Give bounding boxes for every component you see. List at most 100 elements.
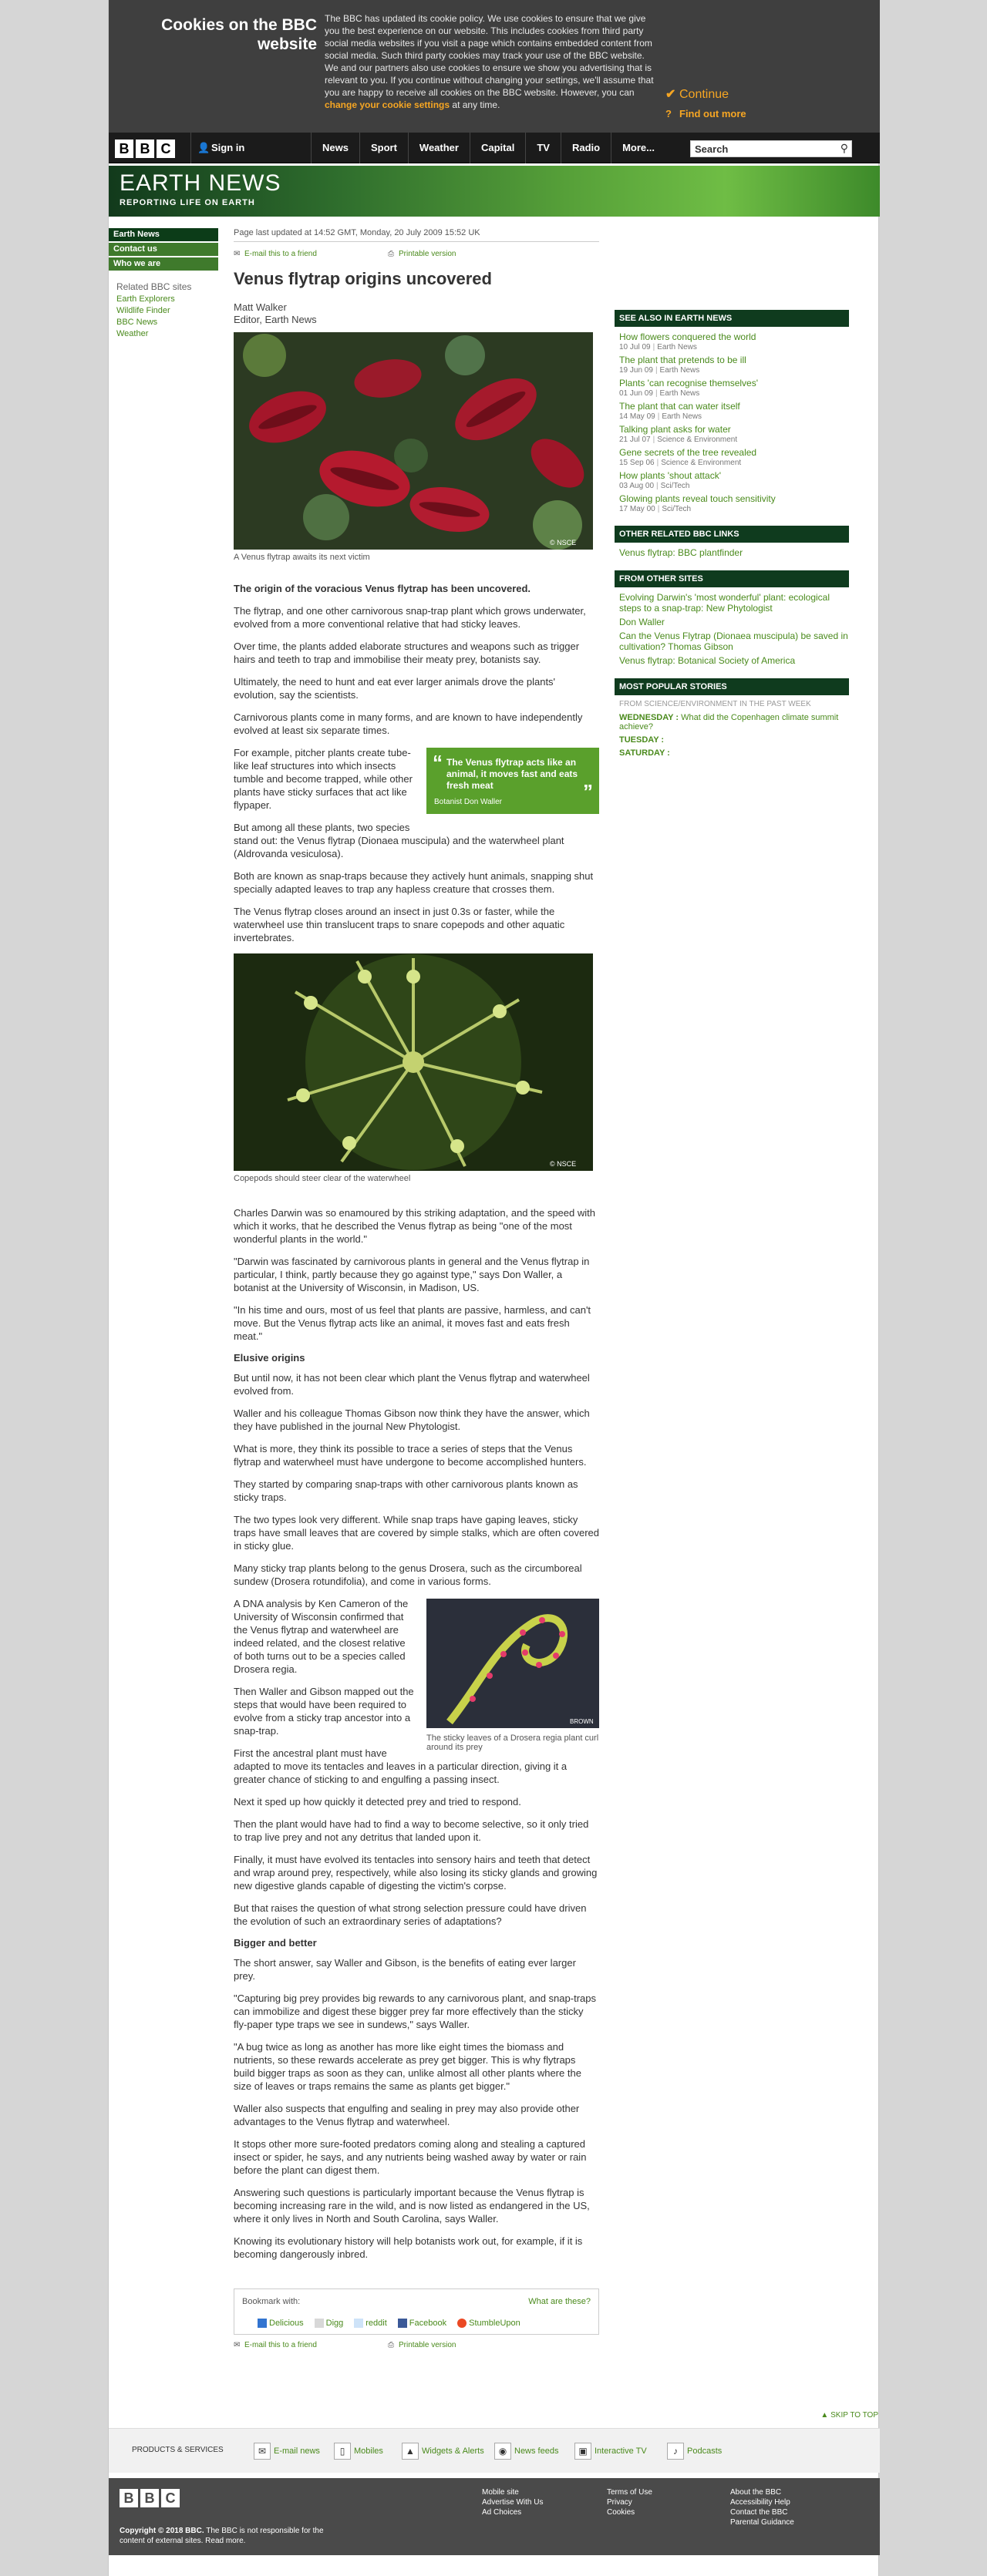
masthead-title[interactable]: EARTH NEWS: [120, 170, 281, 197]
print-link[interactable]: ⎙ Printable version: [388, 250, 542, 258]
related-bbc-news[interactable]: BBC News: [116, 318, 218, 327]
footer-link[interactable]: Parental Guidance: [730, 2517, 794, 2527]
left-nav: Earth News Contact us Who we are Related…: [109, 228, 218, 341]
see-also-link[interactable]: Glowing plants reveal touch sensitivity: [619, 493, 849, 504]
footer-link[interactable]: Advertise With Us: [482, 2497, 543, 2507]
other-site-link[interactable]: Don Waller: [619, 617, 849, 627]
paragraph: Both are known as snap-traps because the…: [234, 870, 594, 895]
cookie-settings-link[interactable]: change your cookie settings: [325, 99, 450, 110]
product-email-news[interactable]: ✉ E-mail news: [254, 2443, 320, 2460]
other-site-link[interactable]: Evolving Darwin's 'most wonderful' plant…: [619, 592, 849, 614]
find-out-more-link[interactable]: ? Find out more: [665, 108, 746, 119]
footer-link[interactable]: Privacy: [607, 2497, 652, 2507]
see-also-link[interactable]: The plant that pretends to be ill: [619, 355, 849, 365]
paragraph: The two types look very different. While…: [234, 1514, 600, 1552]
author-name: Matt Walker: [234, 301, 287, 313]
what-are-these-link[interactable]: What are these?: [528, 2297, 591, 2306]
print-icon: ⎙: [388, 2341, 394, 2349]
footer-link[interactable]: Ad Choices: [482, 2507, 543, 2517]
paragraph: First the ancestral plant must have adap…: [234, 1747, 568, 1785]
email-icon: ✉: [234, 250, 241, 258]
print-link-bottom[interactable]: ⎙ Printable version: [388, 2341, 542, 2349]
footer-link[interactable]: About the BBC: [730, 2487, 794, 2497]
other-site-link[interactable]: Venus flytrap: Botanical Society of Amer…: [619, 655, 849, 666]
email-link-bottom[interactable]: ✉ E-mail this to a friend: [234, 2341, 388, 2349]
see-also-link[interactable]: The plant that can water itself: [619, 401, 849, 412]
skip-to-top-link[interactable]: ▲ SKIP TO TOP: [820, 2411, 878, 2420]
footer-link[interactable]: Mobile site: [482, 2487, 543, 2497]
paragraph: Carnivorous plants come in many forms, a…: [234, 711, 583, 736]
nav-item-news[interactable]: News: [311, 133, 359, 163]
other-bbc-link[interactable]: Venus flytrap: BBC plantfinder: [619, 547, 849, 558]
paragraph: But until now, it has not been clear whi…: [234, 1372, 590, 1397]
footer-bbc-logo[interactable]: B B C: [120, 2489, 180, 2507]
paragraph: Answering such questions is particularly…: [234, 2187, 590, 2225]
most-popular-day[interactable]: TUESDAY :: [615, 735, 849, 745]
nav-item-more[interactable]: More...: [611, 133, 665, 163]
paragraph: The Venus flytrap closes around an insec…: [234, 906, 565, 943]
product-news-feeds[interactable]: ◉ News feeds: [494, 2443, 558, 2460]
print-icon: ⎙: [388, 250, 394, 258]
related-wildlife-finder[interactable]: Wildlife Finder: [116, 306, 218, 315]
see-also-item: The plant that can water itself 14 May 09…: [615, 401, 849, 421]
see-also-link[interactable]: How flowers conquered the world: [619, 331, 849, 342]
paragraph: Over time, the plants added elaborate st…: [234, 641, 580, 665]
search-input[interactable]: [691, 141, 830, 156]
left-nav-who-we-are[interactable]: Who we are: [109, 257, 218, 271]
see-also-link[interactable]: How plants 'shout attack': [619, 470, 849, 481]
bookmark-stumbleupon[interactable]: StumbleUpon: [457, 2319, 520, 2329]
footer-link[interactable]: Cookies: [607, 2507, 652, 2517]
bbc-logo[interactable]: B B C: [115, 140, 175, 158]
see-also-link[interactable]: Gene secrets of the tree revealed: [619, 447, 849, 458]
nav-item-weather[interactable]: Weather: [407, 133, 470, 163]
see-also-link[interactable]: Talking plant asks for water: [619, 424, 849, 435]
venus-flytrap-photo: © NSCE: [234, 332, 593, 550]
footer-link[interactable]: Terms of Use: [607, 2487, 652, 2497]
question-icon: ?: [665, 108, 672, 119]
sign-in-link[interactable]: 👤 Sign in: [190, 133, 244, 163]
other-sites-item: Venus flytrap: Botanical Society of Amer…: [615, 655, 849, 666]
copyright: Copyright © 2018 BBC. The BBC is not res…: [120, 2527, 324, 2545]
drosera-photo: BROWN The sticky leaves of a Drosera reg…: [426, 1599, 599, 1752]
nav-item-tv[interactable]: TV: [525, 133, 561, 163]
related-earth-explorers[interactable]: Earth Explorers: [116, 294, 218, 304]
bookmark-facebook[interactable]: Facebook: [397, 2319, 446, 2329]
product-mobiles[interactable]: ▯ Mobiles: [334, 2443, 383, 2460]
nav-item-radio[interactable]: Radio: [560, 133, 611, 163]
article-tools-bottom: ✉ E-mail this to a friend ⎙ Printable vers…: [234, 2341, 599, 2349]
see-also-item: Talking plant asks for water 21 Jul 07 | Sc…: [615, 424, 849, 444]
continue-button[interactable]: ✔ Continue: [665, 86, 729, 102]
bookmark-digg[interactable]: Digg: [314, 2319, 343, 2329]
pull-quote-text: The Venus flytrap acts like an animal, i…: [446, 757, 578, 791]
left-nav-contact-us[interactable]: Contact us: [109, 243, 218, 256]
footer-link[interactable]: Contact the BBC: [730, 2507, 794, 2517]
see-also-link[interactable]: Plants 'can recognise themselves': [619, 378, 849, 388]
nav-item-capital[interactable]: Capital: [469, 133, 525, 163]
footer-link[interactable]: Accessibility Help: [730, 2497, 794, 2507]
left-nav-earth-news[interactable]: Earth News: [109, 228, 218, 241]
related-weather[interactable]: Weather: [116, 329, 218, 338]
other-sites-item: Evolving Darwin's 'most wonderful' plant…: [615, 592, 849, 614]
paragraph: Waller and his colleague Thomas Gibson n…: [234, 1407, 590, 1432]
most-popular-subtitle: FROM SCIENCE/ENVIRONMENT IN THE PAST WEE…: [619, 700, 811, 708]
product-interactive-tv[interactable]: ▣ Interactive TV: [574, 2443, 647, 2460]
mobile-icon: ▯: [334, 2443, 351, 2460]
paragraph: "A bug twice as long as another has more…: [234, 2041, 581, 2092]
email-link[interactable]: ✉ E-mail this to a friend: [234, 250, 388, 258]
see-also-item: Plants 'can recognise themselves' 01 Jun …: [615, 378, 849, 398]
bookmark-delicious[interactable]: Delicious: [258, 2319, 304, 2329]
bookmark-reddit[interactable]: reddit: [354, 2319, 387, 2329]
see-also-item: Gene secrets of the tree revealed 15 Sep …: [615, 447, 849, 467]
search-icon[interactable]: ⚲: [840, 142, 848, 155]
product-podcasts[interactable]: ♪ Podcasts: [667, 2443, 722, 2460]
author-role: Editor, Earth News: [234, 314, 317, 325]
photo2-caption: Copepods should steer clear of the water…: [234, 1174, 411, 1183]
photo2-credit: © NSCE: [550, 1160, 576, 1168]
product-widgets[interactable]: ▲ Widgets & Alerts: [402, 2443, 484, 2460]
related-sites: Related BBC sites Earth Explorers Wildli…: [109, 281, 218, 338]
open-quote-icon: “: [433, 751, 443, 774]
most-popular-day[interactable]: WEDNESDAY : What did the Copenhagen clim…: [615, 713, 849, 731]
most-popular-day[interactable]: SATURDAY :: [615, 748, 849, 758]
other-site-link[interactable]: Can the Venus Flytrap (Dionaea muscipula…: [619, 631, 849, 652]
nav-item-sport[interactable]: Sport: [359, 133, 408, 163]
